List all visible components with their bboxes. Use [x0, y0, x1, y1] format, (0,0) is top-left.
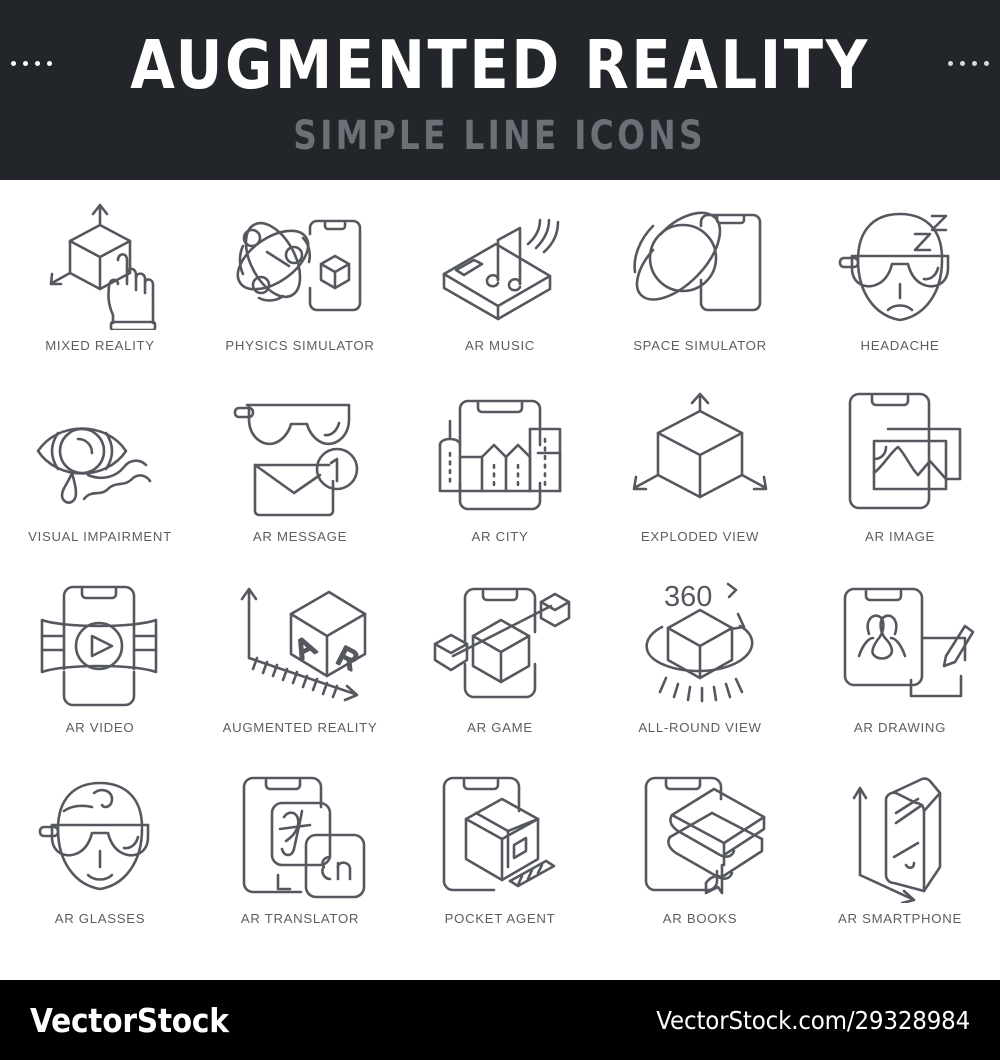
icon-grid: MIXED REALITY PHYSICS SIMULATOR AR MUSIC… [0, 180, 1000, 980]
page-subtitle: SIMPLE LINE ICONS [293, 113, 707, 159]
icon-cell-physics-simulator[interactable]: PHYSICS SIMULATOR [200, 194, 400, 385]
icon-cell-ar-game[interactable]: AR GAME [400, 576, 600, 767]
icon-cell-pocket-agent[interactable]: POCKET AGENT [400, 767, 600, 958]
icon-cell-ar-city[interactable]: AR CITY [400, 385, 600, 576]
icon-label: AR BOOKS [662, 911, 738, 926]
icon-cell-all-round-view[interactable]: 360 ALL-ROUND VIEW [600, 576, 800, 767]
page-title: AUGMENTED REALITY [130, 25, 870, 104]
icon-label: VISUAL IMPAIRMENT [28, 529, 172, 544]
icon-cell-ar-music[interactable]: AR MUSIC [400, 194, 600, 385]
icon-cell-space-simulator[interactable]: SPACE SIMULATOR [600, 194, 800, 385]
icon-label: MIXED REALITY [45, 338, 155, 353]
ar-image-icon [825, 385, 975, 525]
icon-cell-ar-drawing[interactable]: AR DRAWING [800, 576, 1000, 767]
ar-video-icon [25, 576, 175, 716]
space-simulator-icon [625, 194, 775, 334]
poster-sheet: AUGMENTED REALITY SIMPLE LINE ICONS MIXE… [0, 0, 1000, 1060]
pocket-agent-icon [425, 767, 575, 907]
icon-label: AR CITY [471, 529, 529, 544]
all-round-view-360-label: 360 [664, 581, 712, 613]
mixed-reality-icon [25, 194, 175, 334]
icon-label: ALL-ROUND VIEW [638, 720, 762, 735]
augmented-reality-icon: A R [225, 576, 375, 716]
icon-label: AR DRAWING [853, 720, 947, 735]
icon-cell-ar-translator[interactable]: AR TRANSLATOR [200, 767, 400, 958]
ar-glasses-icon [25, 767, 175, 907]
icon-cell-ar-glasses[interactable]: AR GLASSES [0, 767, 200, 958]
vectorstock-brand: VectorStock [30, 1000, 229, 1040]
icon-label: AR VIDEO [65, 720, 135, 735]
icon-label: EXPLODED VIEW [640, 529, 760, 544]
icon-cell-ar-video[interactable]: AR VIDEO [0, 576, 200, 767]
icon-cell-ar-image[interactable]: AR IMAGE [800, 385, 1000, 576]
all-round-view-icon: 360 [625, 576, 775, 716]
ar-game-icon [425, 576, 575, 716]
icon-cell-exploded-view[interactable]: EXPLODED VIEW [600, 385, 800, 576]
icon-label: HEADACHE [860, 338, 940, 353]
icon-cell-ar-smartphone[interactable]: AR SMARTPHONE [800, 767, 1000, 958]
ar-books-icon [625, 767, 775, 907]
icon-label: SPACE SIMULATOR [633, 338, 767, 353]
poster-footer: VectorStock VectorStock.com/29328984 [0, 980, 1000, 1060]
icon-label: AR MESSAGE [252, 529, 348, 544]
ar-translator-icon [225, 767, 375, 907]
ar-city-icon [425, 385, 575, 525]
ar-drawing-icon [825, 576, 975, 716]
title-row: AUGMENTED REALITY [10, 24, 990, 106]
exploded-view-icon [625, 385, 775, 525]
ar-message-icon [225, 385, 375, 525]
icon-cell-augmented-reality[interactable]: A R AUGMENTED REALITY [200, 576, 400, 767]
icon-cell-ar-books[interactable]: AR BOOKS [600, 767, 800, 958]
ar-smartphone-icon [825, 767, 975, 907]
icon-label: AR GAME [467, 720, 533, 735]
icon-label: AR TRANSLATOR [240, 911, 360, 926]
icon-label: AR MUSIC [464, 338, 536, 353]
ar-music-icon [425, 194, 575, 334]
vectorstock-url: VectorStock.com/29328984 [656, 1005, 970, 1035]
left-dots-decoration [10, 60, 52, 70]
visual-impairment-icon [25, 385, 175, 525]
icon-label: POCKET AGENT [444, 911, 556, 926]
icon-cell-mixed-reality[interactable]: MIXED REALITY [0, 194, 200, 385]
icon-label: AR SMARTPHONE [838, 911, 962, 926]
physics-simulator-icon [225, 194, 375, 334]
icon-cell-visual-impairment[interactable]: VISUAL IMPAIRMENT [0, 385, 200, 576]
headache-icon [825, 194, 975, 334]
icon-label: AR GLASSES [54, 911, 146, 926]
icon-cell-ar-message[interactable]: AR MESSAGE [200, 385, 400, 576]
icon-label: PHYSICS SIMULATOR [225, 338, 375, 353]
icon-cell-headache[interactable]: HEADACHE [800, 194, 1000, 385]
poster-header: AUGMENTED REALITY SIMPLE LINE ICONS [0, 0, 1000, 180]
right-dots-decoration [948, 60, 990, 70]
icon-label: AR IMAGE [864, 529, 936, 544]
icon-label: AUGMENTED REALITY [222, 720, 378, 735]
svg-text:A: A [290, 630, 320, 665]
